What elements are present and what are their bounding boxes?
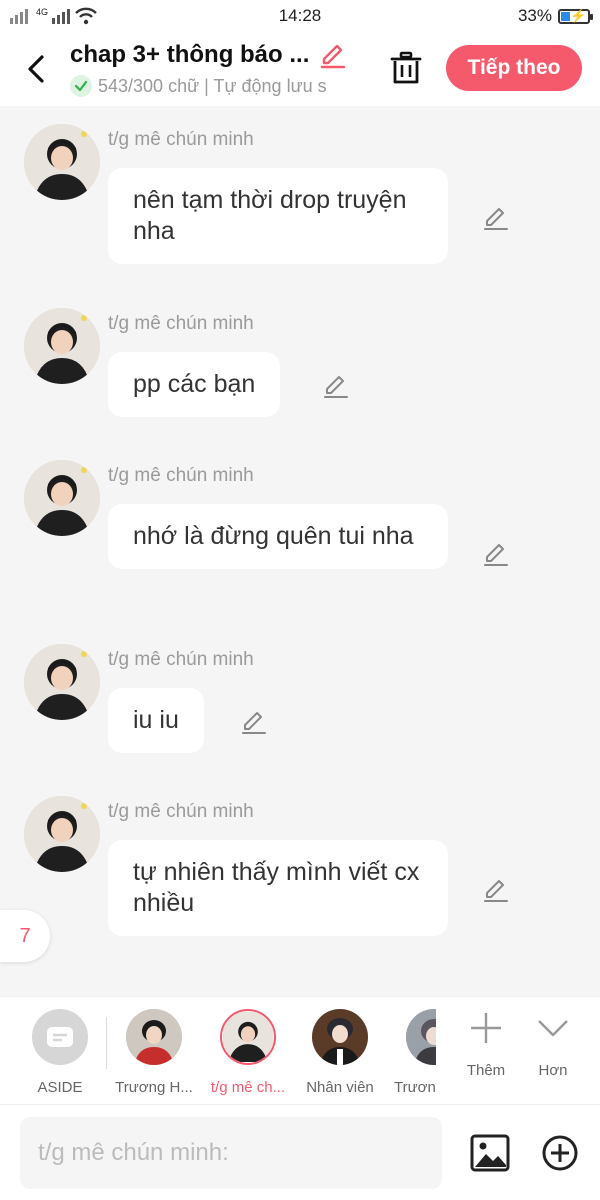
status-bar: 4G 14:28 33% ⚡ — [0, 0, 600, 32]
author-avatar[interactable] — [24, 308, 100, 384]
signal-icon-2 — [52, 9, 71, 24]
aside-icon — [47, 1027, 73, 1047]
status-right: 33% ⚡ — [390, 6, 593, 26]
more-label: Hơn — [538, 1062, 568, 1079]
author-avatar[interactable] — [24, 644, 100, 720]
character-bar: ASIDE Trương H... t/g mê ch... Nhân viên… — [0, 996, 600, 1104]
message-bubble[interactable]: nên tạm thời drop truyện nha — [108, 168, 448, 264]
delete-button[interactable] — [386, 48, 426, 88]
status-left: 4G — [10, 7, 210, 25]
add-button[interactable] — [540, 1133, 580, 1173]
insert-image-button[interactable] — [470, 1133, 510, 1173]
plus-icon — [471, 1013, 501, 1043]
character-nhan-vien[interactable]: Nhân viên — [300, 1009, 380, 1096]
trash-icon — [390, 51, 422, 84]
edit-message-icon[interactable] — [240, 708, 268, 736]
add-character-button[interactable]: Thêm — [456, 1011, 516, 1079]
divider — [106, 1017, 107, 1069]
edit-title-icon[interactable] — [319, 41, 347, 69]
character-label: Trươn — [394, 1079, 436, 1096]
message-input[interactable] — [20, 1117, 442, 1189]
edit-message-icon[interactable] — [322, 372, 350, 400]
battery-percent: 33% — [517, 6, 552, 25]
more-button[interactable]: Hơn — [523, 1011, 583, 1079]
title-block: chap 3+ thông báo ... 543/300 chữ | Tự đ… — [70, 41, 370, 97]
character-label: ASIDE — [37, 1079, 83, 1096]
add-label: Thêm — [466, 1062, 506, 1079]
author-name: t/g mê chún minh — [108, 313, 254, 334]
plus-circle-icon — [542, 1135, 578, 1171]
message-bubble[interactable]: tự nhiên thấy mình viết cx nhiều — [108, 840, 448, 936]
author-avatar[interactable] — [24, 124, 100, 200]
chevron-down-icon — [538, 1020, 568, 1037]
edit-message-icon[interactable] — [482, 876, 510, 904]
character-aside[interactable]: ASIDE — [20, 1009, 100, 1096]
battery-icon: ⚡ — [558, 8, 593, 24]
saved-check-icon — [70, 75, 92, 97]
page-number-badge[interactable]: 7 — [0, 910, 50, 962]
next-button[interactable]: Tiếp theo — [446, 45, 582, 91]
back-button[interactable] — [0, 32, 70, 106]
word-count-status: 543/300 chữ | Tự động lưu s — [98, 75, 327, 96]
message-bubble[interactable]: iu iu — [108, 688, 204, 753]
author-avatar[interactable] — [24, 796, 100, 872]
wifi-icon — [75, 7, 97, 25]
character-label: Trương H... — [115, 1079, 193, 1096]
message-bubble[interactable]: nhớ là đừng quên tui nha — [108, 504, 448, 569]
page-title: chap 3+ thông báo ... — [70, 41, 310, 68]
author-name: t/g mê chún minh — [108, 649, 254, 670]
message-bubble[interactable]: pp các bạn — [108, 352, 281, 417]
character-label: Nhân viên — [306, 1079, 374, 1096]
image-icon — [470, 1134, 510, 1172]
signal-icon — [10, 9, 28, 24]
character-truong-h[interactable]: Trương H... — [114, 1009, 194, 1096]
character-tg-me-chun-minh[interactable]: t/g mê ch... — [208, 1009, 288, 1096]
author-name: t/g mê chún minh — [108, 465, 254, 486]
character-truong-partial[interactable]: Trươn — [380, 1009, 436, 1096]
chevron-left-icon — [28, 55, 44, 83]
character-label: t/g mê ch... — [210, 1079, 286, 1096]
author-avatar[interactable] — [24, 460, 100, 536]
clock: 14:28 — [278, 6, 322, 25]
author-name: t/g mê chún minh — [108, 129, 254, 150]
input-bar — [0, 1104, 600, 1200]
edit-message-icon[interactable] — [482, 540, 510, 568]
author-name: t/g mê chún minh — [108, 801, 254, 822]
edit-message-icon[interactable] — [482, 204, 510, 232]
character-clip: Trươn — [380, 997, 436, 1105]
header: chap 3+ thông báo ... 543/300 chữ | Tự đ… — [0, 32, 600, 106]
network-label: 4G — [36, 7, 49, 17]
